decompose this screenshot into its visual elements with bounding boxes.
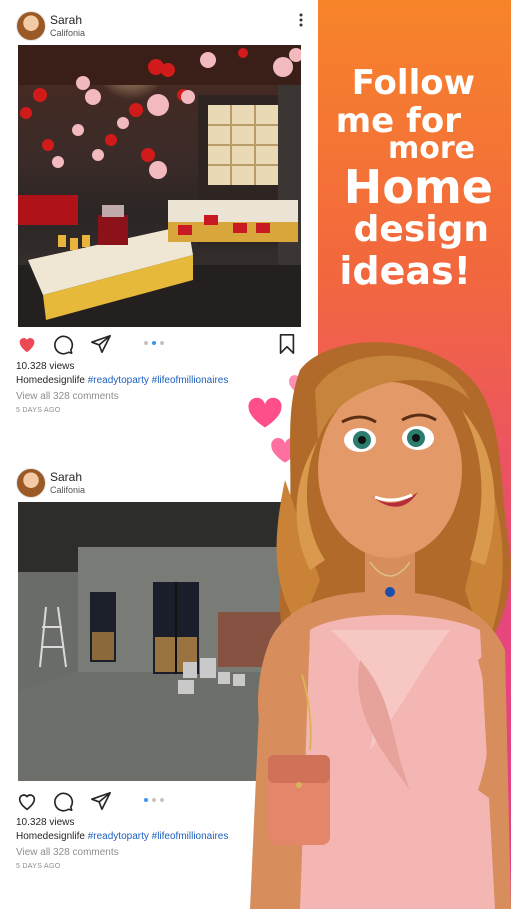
character-illustration <box>250 342 511 909</box>
promo-line-4: Home <box>343 160 493 214</box>
view-comments-link[interactable]: View all 328 comments <box>16 847 119 858</box>
carousel-dot <box>160 341 164 345</box>
post-timestamp: 5 DAYS AGO <box>16 407 61 414</box>
carousel-dot-active <box>144 798 148 802</box>
carousel-dot <box>160 798 164 802</box>
caption-hashtags[interactable]: #readytoparty #lifeofmillionaires <box>88 831 229 842</box>
post-header: Sarah Califonia <box>16 11 316 45</box>
promo-line-1: Follow <box>351 63 475 103</box>
send-icon[interactable] <box>90 333 112 355</box>
more-icon[interactable] <box>298 13 304 27</box>
promo-line-6: ideas! <box>339 249 471 293</box>
view-count: 10.328 views <box>16 817 75 828</box>
post-timestamp: 5 DAYS AGO <box>16 863 61 870</box>
heart-icon[interactable] <box>16 790 38 812</box>
location[interactable]: Califonia <box>50 485 85 495</box>
avatar[interactable] <box>16 11 46 41</box>
avatar[interactable] <box>16 468 46 498</box>
comment-icon[interactable] <box>52 790 74 812</box>
caption-account[interactable]: Homedesignlife <box>16 375 85 386</box>
carousel-dot <box>144 341 148 345</box>
carousel-dots <box>144 341 164 345</box>
username[interactable]: Sarah <box>50 470 82 484</box>
view-comments-link[interactable]: View all 328 comments <box>16 391 119 402</box>
comment-icon[interactable] <box>52 333 74 355</box>
post-photo[interactable] <box>18 45 301 327</box>
send-icon[interactable] <box>90 790 112 812</box>
view-count: 10.328 views <box>16 361 75 372</box>
heart-icon[interactable] <box>16 333 38 355</box>
caption-hashtags[interactable]: #readytoparty #lifeofmillionaires <box>88 375 229 386</box>
caption-account[interactable]: Homedesignlife <box>16 831 85 842</box>
carousel-dot <box>152 798 156 802</box>
caption: Homedesignlife #readytoparty #lifeofmill… <box>16 831 228 842</box>
username[interactable]: Sarah <box>50 13 82 27</box>
carousel-dot-active <box>152 341 156 345</box>
promo-line-5: design <box>353 209 489 250</box>
carousel-dots <box>144 798 164 802</box>
caption: Homedesignlife #readytoparty #lifeofmill… <box>16 375 228 386</box>
party-room-illustration <box>18 45 301 327</box>
location[interactable]: Califonia <box>50 28 85 38</box>
